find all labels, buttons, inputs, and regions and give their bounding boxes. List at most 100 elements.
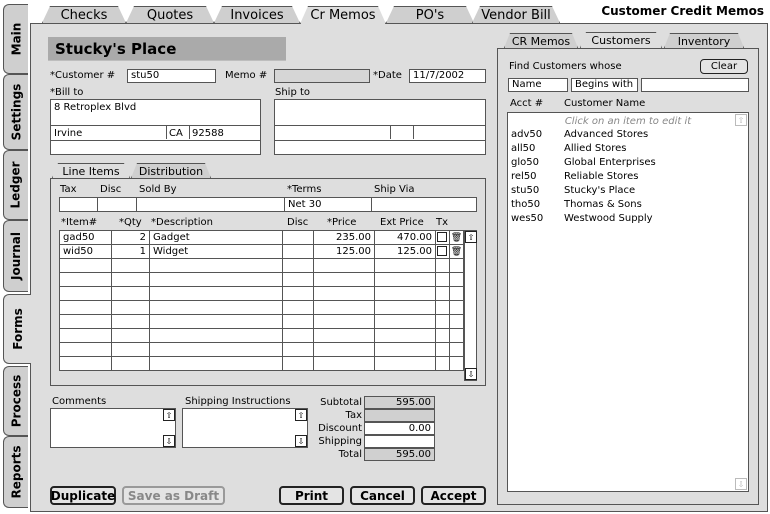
cell-ext[interactable]	[374, 258, 436, 273]
cell-qty[interactable]	[111, 300, 150, 315]
cell-qty[interactable]	[111, 342, 150, 357]
table-row[interactable]	[59, 300, 464, 315]
list-scroll-up-icon[interactable]: ⇧	[735, 114, 747, 126]
print-button[interactable]: Print	[279, 486, 344, 505]
cell-price[interactable]	[313, 314, 375, 329]
checkbox-icon[interactable]	[437, 246, 447, 256]
customer-acct[interactable]: all50	[511, 143, 535, 154]
cell-qty[interactable]	[111, 272, 150, 287]
cell-ext[interactable]: 470.00	[374, 230, 436, 245]
cell-ext[interactable]	[374, 300, 436, 315]
customer-search-input[interactable]	[641, 78, 749, 92]
cell-ext[interactable]	[374, 314, 436, 329]
customer-acct[interactable]: rel50	[511, 171, 537, 182]
tab-cr-memos-list[interactable]: CR Memos	[504, 33, 578, 48]
tab-cr-memos[interactable]: Cr Memos	[300, 6, 386, 24]
cell-qty[interactable]	[111, 286, 150, 301]
cell-price[interactable]	[313, 342, 375, 357]
cell-disc[interactable]	[282, 258, 314, 273]
tax-field[interactable]	[59, 197, 98, 212]
cell-price[interactable]	[313, 300, 375, 315]
tab-line-items[interactable]: Line Items	[52, 163, 130, 178]
tab-quotes[interactable]: Quotes	[126, 6, 214, 23]
accept-button[interactable]: Accept	[421, 486, 486, 505]
table-row[interactable]	[59, 286, 464, 301]
tab-checks[interactable]: Checks	[42, 6, 126, 23]
side-tab-reports[interactable]: Reports	[3, 436, 28, 508]
cell-item[interactable]: gad50	[59, 230, 112, 245]
customer-field[interactable]: stu50	[127, 69, 216, 83]
cell-disc[interactable]	[282, 342, 314, 357]
shipping-instructions-field[interactable]	[182, 408, 308, 448]
tax-checkbox[interactable]	[435, 314, 450, 329]
side-tab-journal[interactable]: Journal	[3, 220, 28, 292]
cell-desc[interactable]	[149, 314, 283, 329]
tax-checkbox[interactable]	[435, 342, 450, 357]
tab-pos[interactable]: PO's	[386, 6, 474, 23]
table-row[interactable]	[59, 342, 464, 357]
save-as-draft-button[interactable]: Save as Draft	[122, 486, 225, 505]
cell-item[interactable]	[59, 272, 112, 287]
ship-to-address[interactable]	[274, 99, 486, 155]
cell-disc[interactable]	[282, 356, 314, 371]
clear-button[interactable]: Clear	[700, 59, 748, 74]
scroll-down-icon[interactable]: ⇩	[465, 368, 477, 380]
customer-name[interactable]: Global Enterprises	[564, 157, 656, 168]
scroll-up-icon[interactable]: ⇧	[465, 231, 477, 243]
disc-field[interactable]	[97, 197, 137, 212]
customer-acct[interactable]: wes50	[511, 213, 543, 224]
tax-checkbox[interactable]	[435, 230, 450, 245]
table-row[interactable]	[59, 272, 464, 287]
comments-field[interactable]	[50, 408, 176, 448]
side-tab-process[interactable]: Process	[3, 366, 28, 436]
cell-desc[interactable]	[149, 300, 283, 315]
cell-price[interactable]	[313, 258, 375, 273]
cell-desc[interactable]	[149, 328, 283, 343]
tab-vendor-bill[interactable]: Vendor Bill	[472, 6, 560, 23]
customer-name[interactable]: Reliable Stores	[564, 171, 638, 182]
tax-checkbox[interactable]	[435, 356, 450, 371]
customer-name[interactable]: Westwood Supply	[564, 213, 653, 224]
bill-to-address[interactable]: 8 Retroplex Blvd Irvine CA 92588	[50, 99, 261, 155]
comments-scroll-down-icon[interactable]: ⇩	[163, 435, 175, 447]
tab-inventory[interactable]: Inventory	[664, 33, 744, 48]
cell-item[interactable]	[59, 286, 112, 301]
tab-distribution[interactable]: Distribution	[131, 163, 211, 178]
cell-price[interactable]	[313, 356, 375, 371]
cell-ext[interactable]	[374, 328, 436, 343]
cell-desc[interactable]: Gadget	[149, 230, 283, 245]
cell-ext[interactable]: 125.00	[374, 244, 436, 259]
list-scroll-down-icon[interactable]: ⇩	[735, 478, 747, 490]
cell-ext[interactable]	[374, 272, 436, 287]
ship-via-field[interactable]	[371, 197, 477, 212]
tax-checkbox[interactable]	[435, 244, 450, 259]
cell-disc[interactable]	[282, 328, 314, 343]
tax-checkbox[interactable]	[435, 300, 450, 315]
tax-checkbox[interactable]	[435, 258, 450, 273]
date-field[interactable]: 11/7/2002	[409, 69, 486, 83]
tab-invoices[interactable]: Invoices	[214, 6, 300, 23]
cell-item[interactable]	[59, 314, 112, 329]
side-tab-settings[interactable]: Settings	[3, 74, 28, 150]
cell-price[interactable]: 125.00	[313, 244, 375, 259]
cell-desc[interactable]: Widget	[149, 244, 283, 259]
side-tab-ledger[interactable]: Ledger	[3, 150, 28, 220]
tax-checkbox[interactable]	[435, 286, 450, 301]
customer-acct[interactable]: adv50	[511, 129, 542, 140]
cell-ext[interactable]	[374, 286, 436, 301]
cell-desc[interactable]	[149, 356, 283, 371]
items-scrollbar[interactable]	[464, 230, 477, 381]
cell-disc[interactable]	[282, 300, 314, 315]
memo-field[interactable]	[274, 69, 370, 83]
side-tab-main[interactable]: Main	[3, 4, 28, 74]
cell-item[interactable]	[59, 300, 112, 315]
table-row[interactable]	[59, 328, 464, 343]
table-row[interactable]	[59, 356, 464, 371]
cell-disc[interactable]	[282, 314, 314, 329]
cell-disc[interactable]	[282, 244, 314, 259]
checkbox-icon[interactable]	[437, 232, 447, 242]
cell-ext[interactable]	[374, 342, 436, 357]
cell-item[interactable]	[59, 328, 112, 343]
customer-name[interactable]: Thomas & Sons	[564, 199, 642, 210]
cell-qty[interactable]: 1	[111, 244, 150, 259]
